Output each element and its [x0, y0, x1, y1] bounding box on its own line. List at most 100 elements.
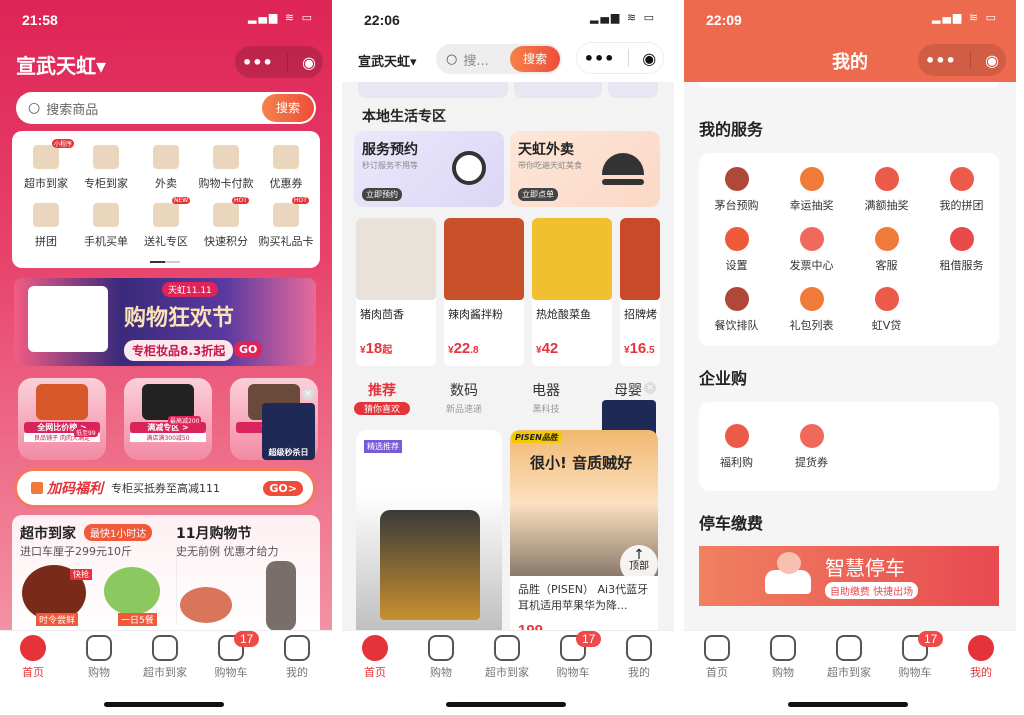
- tab-home[interactable]: 首页: [342, 635, 408, 680]
- service-item[interactable]: 发票中心: [774, 227, 849, 273]
- status-icons: ▂▄▆ ≋ ▭: [248, 11, 314, 24]
- food-card[interactable]: 辣肉酱拌粉 ¥22.8: [444, 218, 524, 366]
- search-bar[interactable]: ○ 搜索商品 搜索: [16, 92, 316, 124]
- quick-entry-item[interactable]: 优惠券: [256, 145, 316, 191]
- parking-banner[interactable]: 智慧停车 自助缴费 快捷出场: [699, 546, 999, 606]
- quick-entry-item[interactable]: 快速积分 HOT: [196, 197, 256, 249]
- promo-tile[interactable]: 满减专区 > 满店满300减50 最高减200: [124, 378, 212, 460]
- service-label: 幸运抽奖: [789, 199, 834, 212]
- apple-image: [180, 587, 232, 623]
- entry-tag: HOT: [292, 197, 309, 204]
- food-card[interactable]: 招牌烤 ¥16.5: [620, 218, 660, 366]
- store-selector[interactable]: 宣武天虹▾: [16, 50, 106, 79]
- bonus-go-button[interactable]: GO>: [263, 480, 303, 496]
- store-selector[interactable]: 宣武天虹▾: [358, 51, 417, 70]
- more-icon[interactable]: •••: [584, 49, 615, 68]
- tab-bag[interactable]: 购物: [750, 635, 816, 680]
- card-title: 天虹外卖: [518, 142, 574, 158]
- service-item[interactable]: 满额抽奖: [849, 167, 924, 213]
- price-suffix: .8: [470, 345, 479, 356]
- quick-entry-item[interactable]: 送礼专区 NEW: [136, 197, 196, 249]
- card-sub: 带你吃遍天虹美食: [518, 161, 582, 170]
- tab-scooter[interactable]: 超市到家: [816, 635, 882, 680]
- service-label: 发票中心: [789, 259, 834, 272]
- tab-home[interactable]: 首页: [0, 635, 66, 680]
- tab-bag[interactable]: 购物: [66, 635, 132, 680]
- service-label: 虹V贷: [871, 319, 902, 332]
- tab-scooter[interactable]: 超市到家: [474, 635, 540, 680]
- search-input[interactable]: 搜...: [463, 50, 488, 69]
- promo-note: 低至99: [74, 428, 98, 437]
- close-ad-icon[interactable]: ×: [644, 382, 656, 394]
- promo-tile[interactable]: 全网比价榜 > 良品铺子 肉肉大满足 低至99: [18, 378, 106, 460]
- back-to-top-button[interactable]: ↑ 顶部: [620, 545, 658, 583]
- category-tab[interactable]: 电器 黑科技: [518, 380, 574, 415]
- tab-scooter[interactable]: 超市到家: [132, 635, 198, 680]
- service-item[interactable]: 虹V贷: [849, 287, 924, 333]
- market-sub: 进口车厘子299元10斤: [20, 545, 132, 558]
- search-bar[interactable]: ○ 搜... 搜索: [436, 44, 562, 74]
- home-icon: [362, 635, 388, 661]
- service-booking-card[interactable]: 服务预约 秒订服务不用等 立即预约: [354, 131, 504, 207]
- close-icon[interactable]: ◉: [302, 53, 316, 72]
- service-item[interactable]: 餐饮排队: [699, 287, 774, 333]
- bonus-bar[interactable]: 加码福利 专柜买抵券至高减111 GO>: [14, 468, 316, 508]
- tab-cart[interactable]: 购物车 17: [540, 631, 606, 680]
- tab-bag[interactable]: 购物: [408, 635, 474, 680]
- entry-tag: NEW: [172, 197, 191, 204]
- quick-entry-item[interactable]: 拼团: [16, 203, 76, 249]
- quick-entry-item[interactable]: 专柜到家: [76, 145, 136, 191]
- category-tab[interactable]: 数码 新品速递: [436, 380, 492, 415]
- food-card[interactable]: 热炝酸菜鱼 ¥42: [532, 218, 612, 366]
- quick-entry-item[interactable]: 手机买单: [76, 203, 136, 249]
- tab-cart[interactable]: 购物车 17: [882, 631, 948, 680]
- tab-smile[interactable]: 我的: [948, 635, 1014, 680]
- service-item[interactable]: 客服: [849, 227, 924, 273]
- quick-entry-item[interactable]: 购买礼品卡 HOT: [256, 197, 316, 249]
- product-card[interactable]: 精选推荐: [356, 430, 502, 640]
- entry-icon: [273, 145, 299, 169]
- search-button[interactable]: 搜索: [510, 46, 560, 72]
- service-icon: [799, 424, 824, 448]
- service-item[interactable]: 礼包列表: [774, 287, 849, 333]
- search-input[interactable]: 搜索商品: [46, 99, 98, 118]
- quick-entry-item[interactable]: 购物卡付款: [196, 145, 256, 191]
- tab-cart[interactable]: 购物车 17: [198, 631, 264, 680]
- service-label: 设置: [725, 259, 748, 272]
- food-image: [532, 218, 612, 300]
- entry-icon: [213, 203, 239, 227]
- service-item[interactable]: 福利购: [699, 424, 774, 470]
- food-card[interactable]: 猪肉茴香 ¥18起: [356, 218, 436, 366]
- market-title[interactable]: 超市到家: [20, 523, 76, 543]
- service-label: 礼包列表: [789, 319, 834, 332]
- search-button[interactable]: 搜索: [262, 94, 314, 122]
- tab-smile[interactable]: 我的: [264, 635, 330, 680]
- quick-entry-item[interactable]: 超市到家 小程序: [16, 139, 76, 191]
- close-icon[interactable]: ◉: [642, 49, 656, 68]
- service-item[interactable]: 提货券: [774, 424, 849, 470]
- service-item[interactable]: 我的拼团: [924, 167, 999, 213]
- close-icon[interactable]: ◉: [985, 51, 999, 70]
- service-item[interactable]: 幸运抽奖: [774, 167, 849, 213]
- service-item[interactable]: 租借服务: [924, 227, 999, 273]
- shopping-festival-banner[interactable]: 天虹11.11 购物狂欢节 专柜妆品8.3折起 GO: [14, 278, 316, 366]
- banner-go-button[interactable]: GO: [234, 341, 263, 358]
- takeaway-card[interactable]: 天虹外卖 带你吃遍天虹美食 立即点单: [510, 131, 660, 207]
- tab-home[interactable]: 首页: [684, 635, 750, 680]
- book-now-button[interactable]: 立即预约: [362, 188, 402, 201]
- more-icon[interactable]: •••: [242, 53, 273, 72]
- order-now-button[interactable]: 立即点单: [518, 188, 558, 201]
- quick-entry-item[interactable]: 外卖: [136, 145, 196, 191]
- category-title: 数码: [450, 383, 478, 399]
- category-tab[interactable]: 推荐 猜你喜欢: [354, 380, 410, 415]
- festival-title[interactable]: 11月购物节: [176, 523, 251, 543]
- tab-smile[interactable]: 我的: [606, 635, 672, 680]
- service-icon: [724, 227, 749, 251]
- flash-sale-float-ad[interactable]: 超级秒杀日: [262, 403, 315, 460]
- product-card[interactable]: PISEN品胜 很小! 音质贼好 品胜（PISEN） Ai3代蓝牙耳机适用苹果华…: [510, 430, 658, 640]
- close-ad-icon[interactable]: ×: [302, 388, 314, 400]
- service-item[interactable]: 设置: [699, 227, 774, 273]
- service-item[interactable]: 茅台预购: [699, 167, 774, 213]
- more-icon[interactable]: •••: [925, 51, 956, 70]
- entry-label: 购物卡付款: [198, 177, 254, 190]
